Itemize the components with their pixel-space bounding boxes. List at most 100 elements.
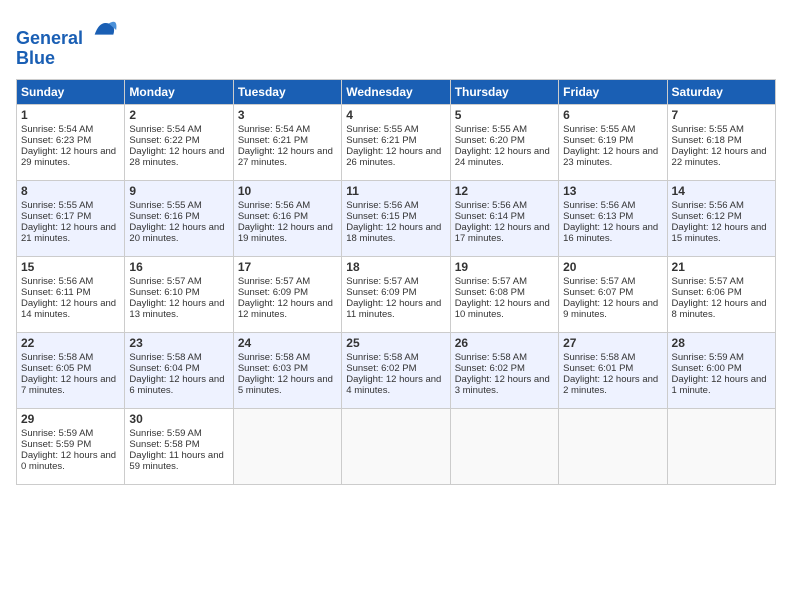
day-number: 9 — [129, 184, 228, 198]
sunset-text: Sunset: 6:16 PM — [238, 211, 308, 222]
calendar-cell: 18Sunrise: 5:57 AMSunset: 6:09 PMDayligh… — [342, 256, 450, 332]
sunset-text: Sunset: 6:06 PM — [672, 287, 742, 298]
daylight-text: Daylight: 12 hours and 20 minutes. — [129, 222, 224, 244]
sunrise-text: Sunrise: 5:58 AM — [563, 352, 635, 363]
calendar-cell: 22Sunrise: 5:58 AMSunset: 6:05 PMDayligh… — [17, 332, 125, 408]
header: General Blue — [16, 16, 776, 69]
calendar-cell: 26Sunrise: 5:58 AMSunset: 6:02 PMDayligh… — [450, 332, 558, 408]
calendar-cell — [233, 408, 341, 484]
calendar-week-2: 8Sunrise: 5:55 AMSunset: 6:17 PMDaylight… — [17, 180, 776, 256]
daylight-text: Daylight: 11 hours and 59 minutes. — [129, 450, 223, 472]
day-number: 1 — [21, 108, 120, 122]
calendar-cell: 30 Sunrise: 5:59 AMSunset: 5:58 PMDayligh… — [125, 408, 233, 484]
daylight-text: Daylight: 12 hours and 24 minutes. — [455, 146, 550, 168]
sunrise-text: Sunrise: 5:57 AM — [563, 276, 635, 287]
sunset-text: Sunset: 6:08 PM — [455, 287, 525, 298]
sunrise-text: Sunrise: 5:55 AM — [563, 124, 635, 135]
sunrise-text: Sunrise: 5:59 AM — [129, 428, 201, 439]
logo-text: General — [16, 16, 118, 49]
daylight-text: Daylight: 12 hours and 26 minutes. — [346, 146, 441, 168]
daylight-text: Daylight: 12 hours and 29 minutes. — [21, 146, 116, 168]
day-number: 6 — [563, 108, 662, 122]
page: General Blue SundayMondayTuesdayWednesda… — [0, 0, 792, 493]
daylight-text: Daylight: 12 hours and 5 minutes. — [238, 374, 333, 396]
sunset-text: Sunset: 6:07 PM — [563, 287, 633, 298]
day-number: 23 — [129, 336, 228, 350]
sunrise-text: Sunrise: 5:57 AM — [672, 276, 744, 287]
day-number: 17 — [238, 260, 337, 274]
daylight-text: Daylight: 12 hours and 16 minutes. — [563, 222, 658, 244]
column-header-thursday: Thursday — [450, 79, 558, 104]
sunset-text: Sunset: 6:16 PM — [129, 211, 199, 222]
column-header-monday: Monday — [125, 79, 233, 104]
sunset-text: Sunset: 6:11 PM — [21, 287, 91, 298]
sunset-text: Sunset: 6:10 PM — [129, 287, 199, 298]
calendar-cell: 8Sunrise: 5:55 AMSunset: 6:17 PMDaylight… — [17, 180, 125, 256]
column-header-tuesday: Tuesday — [233, 79, 341, 104]
daylight-text: Daylight: 12 hours and 11 minutes. — [346, 298, 441, 320]
sunrise-text: Sunrise: 5:54 AM — [129, 124, 201, 135]
day-number: 19 — [455, 260, 554, 274]
calendar-cell: 10Sunrise: 5:56 AMSunset: 6:16 PMDayligh… — [233, 180, 341, 256]
calendar-cell: 27 Sunrise: 5:58 AMSunset: 6:01 PMDayligh… — [559, 332, 667, 408]
sunrise-text: Sunrise: 5:58 AM — [346, 352, 418, 363]
sunset-text: Sunset: 6:15 PM — [346, 211, 416, 222]
day-number: 30 — [129, 412, 228, 426]
day-number: 4 — [346, 108, 445, 122]
sunrise-text: Sunrise: 5:54 AM — [21, 124, 93, 135]
calendar-cell: 11Sunrise: 5:56 AMSunset: 6:15 PMDayligh… — [342, 180, 450, 256]
column-header-friday: Friday — [559, 79, 667, 104]
calendar-cell: 15Sunrise: 5:56 AMSunset: 6:11 PMDayligh… — [17, 256, 125, 332]
calendar-cell — [450, 408, 558, 484]
calendar-cell: 23Sunrise: 5:58 AMSunset: 6:04 PMDayligh… — [125, 332, 233, 408]
day-number: 20 — [563, 260, 662, 274]
sunset-text: Sunset: 6:21 PM — [346, 135, 416, 146]
calendar-cell: 20Sunrise: 5:57 AMSunset: 6:07 PMDayligh… — [559, 256, 667, 332]
sunrise-text: Sunrise: 5:56 AM — [455, 200, 527, 211]
sunrise-text: Sunrise: 5:55 AM — [129, 200, 201, 211]
logo-icon — [90, 16, 118, 44]
day-number: 10 — [238, 184, 337, 198]
sunrise-text: Sunrise: 5:55 AM — [455, 124, 527, 135]
daylight-text: Daylight: 12 hours and 13 minutes. — [129, 298, 224, 320]
sunrise-text: Sunrise: 5:56 AM — [238, 200, 310, 211]
day-number: 15 — [21, 260, 120, 274]
calendar-cell: 4Sunrise: 5:55 AMSunset: 6:21 PMDaylight… — [342, 104, 450, 180]
daylight-text: Daylight: 12 hours and 17 minutes. — [455, 222, 550, 244]
daylight-text: Daylight: 12 hours and 4 minutes. — [346, 374, 441, 396]
daylight-text: Daylight: 12 hours and 0 minutes. — [21, 450, 116, 472]
day-number: 18 — [346, 260, 445, 274]
calendar-cell: 6Sunrise: 5:55 AMSunset: 6:19 PMDaylight… — [559, 104, 667, 180]
sunset-text: Sunset: 6:01 PM — [563, 363, 633, 374]
daylight-text: Daylight: 12 hours and 7 minutes. — [21, 374, 116, 396]
sunset-text: Sunset: 6:23 PM — [21, 135, 91, 146]
day-number: 27 — [563, 336, 662, 350]
daylight-text: Daylight: 12 hours and 21 minutes. — [21, 222, 116, 244]
calendar-cell: 5Sunrise: 5:55 AMSunset: 6:20 PMDaylight… — [450, 104, 558, 180]
calendar-cell — [559, 408, 667, 484]
sunset-text: Sunset: 5:58 PM — [129, 439, 199, 450]
daylight-text: Daylight: 12 hours and 8 minutes. — [672, 298, 767, 320]
sunrise-text: Sunrise: 5:55 AM — [672, 124, 744, 135]
sunrise-text: Sunrise: 5:56 AM — [563, 200, 635, 211]
day-number: 13 — [563, 184, 662, 198]
calendar-cell: 12Sunrise: 5:56 AMSunset: 6:14 PMDayligh… — [450, 180, 558, 256]
daylight-text: Daylight: 12 hours and 3 minutes. — [455, 374, 550, 396]
sunset-text: Sunset: 6:17 PM — [21, 211, 91, 222]
sunset-text: Sunset: 6:12 PM — [672, 211, 742, 222]
sunrise-text: Sunrise: 5:58 AM — [455, 352, 527, 363]
daylight-text: Daylight: 12 hours and 10 minutes. — [455, 298, 550, 320]
sunset-text: Sunset: 6:02 PM — [455, 363, 525, 374]
daylight-text: Daylight: 12 hours and 18 minutes. — [346, 222, 441, 244]
column-header-saturday: Saturday — [667, 79, 775, 104]
day-number: 7 — [672, 108, 771, 122]
daylight-text: Daylight: 12 hours and 2 minutes. — [563, 374, 658, 396]
calendar-cell: 1 Sunrise: 5:54 AMSunset: 6:23 PMDaylight… — [17, 104, 125, 180]
calendar-cell: 29Sunrise: 5:59 AMSunset: 5:59 PMDayligh… — [17, 408, 125, 484]
sunset-text: Sunset: 6:09 PM — [238, 287, 308, 298]
sunset-text: Sunset: 5:59 PM — [21, 439, 91, 450]
day-number: 21 — [672, 260, 771, 274]
calendar-cell: 19Sunrise: 5:57 AMSunset: 6:08 PMDayligh… — [450, 256, 558, 332]
sunset-text: Sunset: 6:21 PM — [238, 135, 308, 146]
daylight-text: Daylight: 12 hours and 27 minutes. — [238, 146, 333, 168]
